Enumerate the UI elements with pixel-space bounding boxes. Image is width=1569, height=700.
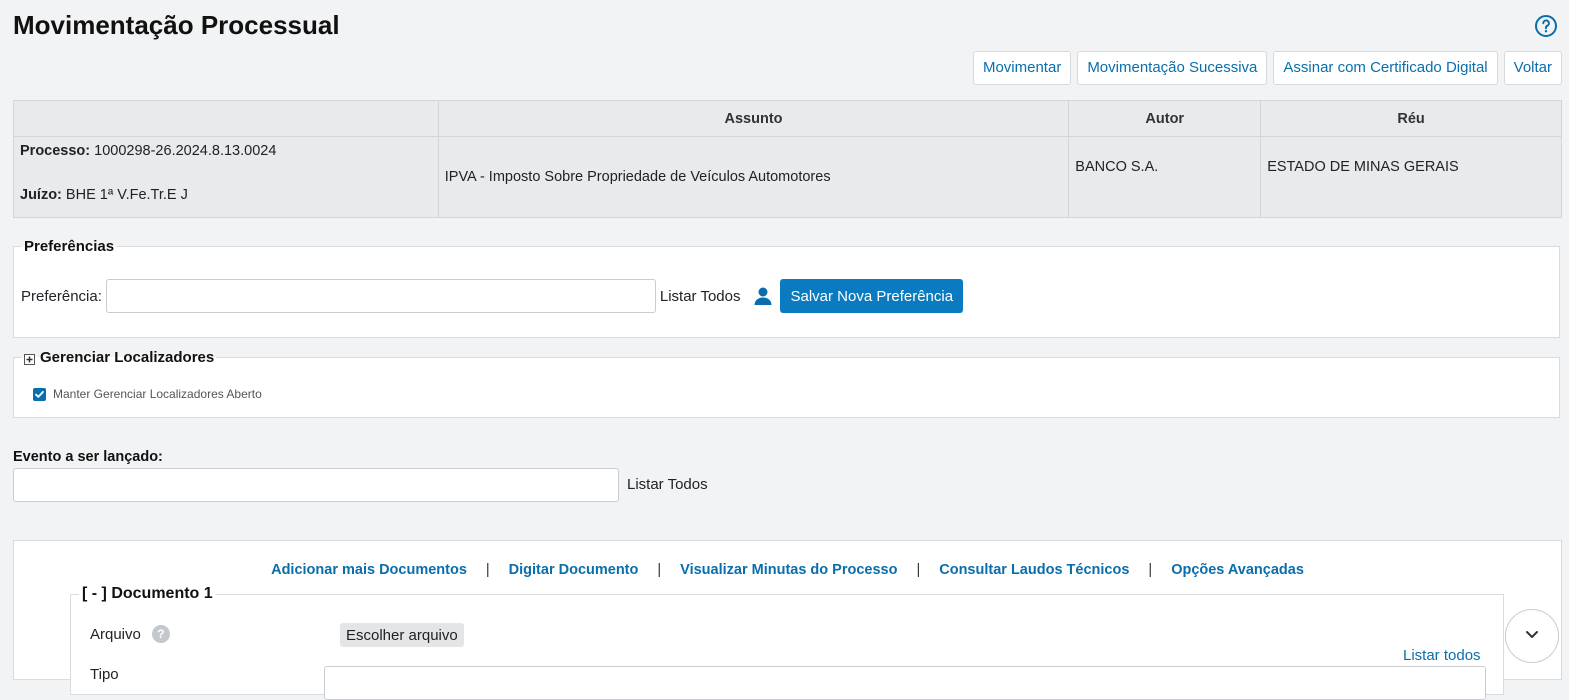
person-icon[interactable] bbox=[752, 285, 774, 307]
keep-locators-open-checkbox[interactable] bbox=[33, 387, 46, 401]
locators-legend-label: Gerenciar Localizadores bbox=[40, 349, 215, 366]
type-input[interactable] bbox=[324, 666, 1486, 700]
question-circle-icon[interactable] bbox=[1534, 14, 1558, 38]
save-preference-button[interactable]: Salvar Nova Preferência bbox=[780, 279, 964, 313]
header-autor: Autor bbox=[1068, 100, 1262, 137]
event-list-all-link[interactable]: Listar Todos bbox=[627, 476, 708, 493]
assinar-certificado-button[interactable]: Assinar com Certificado Digital bbox=[1273, 51, 1498, 85]
type-label: Tipo bbox=[90, 666, 119, 683]
processo-cell: Processo: 1000298-26.2024.8.13.0024 Juíz… bbox=[13, 136, 439, 218]
movimentar-button[interactable]: Movimentar bbox=[972, 51, 1072, 85]
document-1-fieldset: [ - ] Documento 1 Arquivo ? Escolher arq… bbox=[70, 585, 1504, 700]
juizo-value: BHE 1ª V.Fe.Tr.E J bbox=[65, 187, 188, 203]
movimentacao-sucessiva-button[interactable]: Movimentação Sucessiva bbox=[1077, 51, 1268, 85]
preference-input[interactable] bbox=[105, 279, 656, 313]
type-document-link[interactable]: Digitar Documento bbox=[509, 562, 639, 578]
chevron-down-icon bbox=[1524, 626, 1540, 647]
view-drafts-link[interactable]: Visualizar Minutas do Processo bbox=[680, 562, 897, 578]
plus-square-icon[interactable] bbox=[24, 352, 35, 365]
juizo-label: Juízo: bbox=[20, 187, 62, 203]
document-1-toggle[interactable]: [ - ] Documento 1 bbox=[79, 585, 216, 603]
technical-reports-link[interactable]: Consultar Laudos Técnicos bbox=[939, 562, 1129, 578]
autor-cell: BANCO S.A. bbox=[1068, 136, 1262, 218]
keep-locators-open-label: Manter Gerenciar Localizadores Aberto bbox=[53, 387, 262, 401]
voltar-button[interactable]: Voltar bbox=[1503, 51, 1562, 85]
choose-file-button[interactable]: Escolher arquivo bbox=[340, 623, 464, 647]
header-processo bbox=[13, 100, 439, 137]
header-assunto: Assunto bbox=[437, 100, 1070, 137]
advanced-options-link[interactable]: Opções Avançadas bbox=[1171, 562, 1304, 578]
file-field-label: Arquivo ? bbox=[90, 625, 170, 643]
event-label: Evento a ser lançado: bbox=[13, 449, 163, 465]
add-documents-link[interactable]: Adicionar mais Documentos bbox=[271, 562, 467, 578]
preference-label: Preferência: bbox=[21, 287, 102, 305]
link-separator: | bbox=[916, 562, 921, 578]
table-row: Processo: 1000298-26.2024.8.13.0024 Juíz… bbox=[13, 136, 1562, 218]
link-separator: | bbox=[485, 562, 490, 578]
link-separator: | bbox=[657, 562, 662, 578]
reu-cell: ESTADO DE MINAS GERAIS bbox=[1260, 136, 1562, 218]
document-links: Adicionar mais Documentos | Digitar Docu… bbox=[14, 562, 1561, 578]
scroll-down-button[interactable] bbox=[1505, 609, 1559, 663]
documents-panel: Adicionar mais Documentos | Digitar Docu… bbox=[13, 540, 1562, 700]
preference-list-all-link[interactable]: Listar Todos bbox=[660, 288, 741, 305]
header-reu: Réu bbox=[1260, 100, 1562, 137]
help-circle-icon[interactable]: ? bbox=[151, 625, 170, 643]
process-summary-table: Assunto Autor Réu Processo: 1000298-26.2… bbox=[13, 100, 1562, 218]
type-list-all-link[interactable]: Listar todos bbox=[1403, 647, 1481, 664]
locators-panel: Gerenciar Localizadores Manter Gerenciar… bbox=[13, 349, 1560, 418]
processo-number: 1000298-26.2024.8.13.0024 bbox=[94, 143, 277, 159]
page-title: Movimentação Processual bbox=[13, 10, 340, 40]
action-toolbar: Movimentar Movimentação Sucessiva Assina… bbox=[972, 51, 1562, 85]
file-label: Arquivo bbox=[90, 625, 141, 643]
preferences-legend: Preferências bbox=[24, 238, 115, 255]
preferences-panel: Preferências Preferência: Listar Todos S… bbox=[13, 238, 1560, 338]
assunto-cell: IPVA - Imposto Sobre Propriedade de Veíc… bbox=[437, 136, 1070, 218]
link-separator: | bbox=[1148, 562, 1153, 578]
processo-label: Processo: bbox=[20, 143, 91, 159]
event-input[interactable] bbox=[13, 468, 619, 502]
locators-legend: Gerenciar Localizadores bbox=[22, 349, 216, 366]
